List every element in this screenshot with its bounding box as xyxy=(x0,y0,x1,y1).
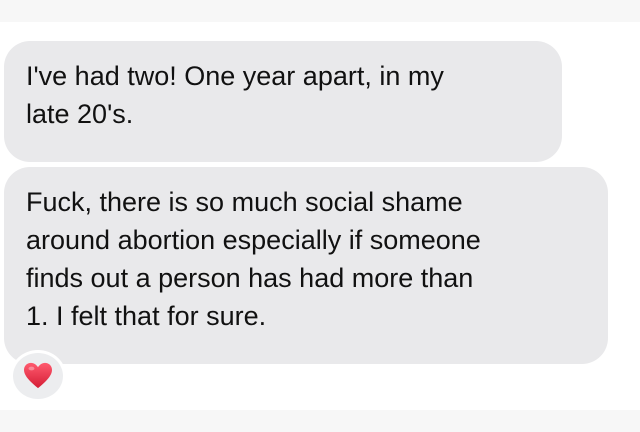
red-heart-icon xyxy=(24,362,52,389)
heart-reaction-badge[interactable] xyxy=(10,350,66,402)
message-bubble-1[interactable]: I've had two! One year apart, in my late… xyxy=(4,41,562,162)
bottom-divider-strip xyxy=(0,410,640,432)
top-divider-strip xyxy=(0,0,640,22)
message-bubble-2[interactable]: Fuck, there is so much social shame arou… xyxy=(4,167,608,364)
